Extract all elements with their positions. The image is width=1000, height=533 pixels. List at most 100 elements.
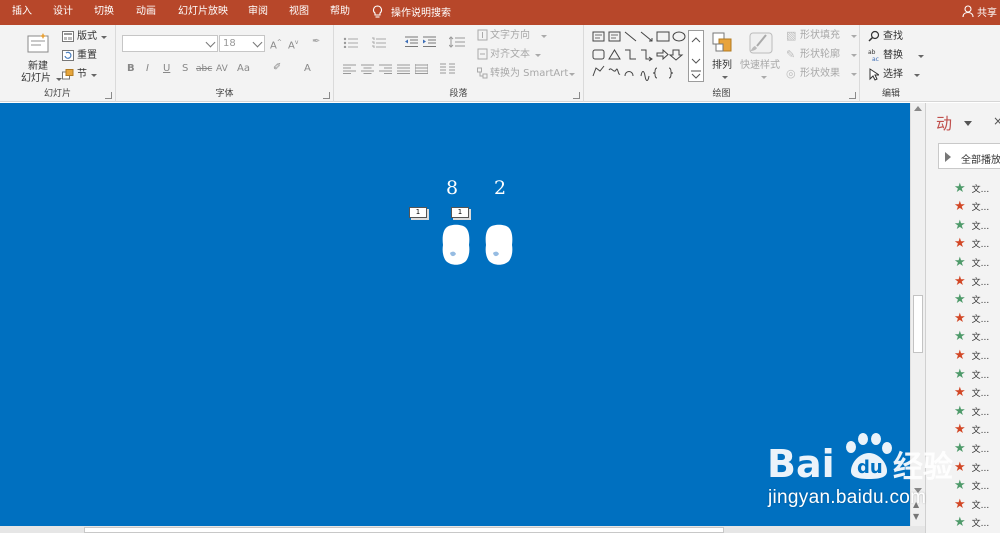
animation-list-item-label: 文...	[971, 389, 990, 400]
align-center-icon[interactable]	[361, 64, 374, 74]
scroll-up-icon[interactable]	[914, 106, 922, 111]
tell-me-search[interactable]: 操作说明搜索	[372, 4, 451, 19]
chevron-down-icon	[851, 73, 857, 76]
replace-button[interactable]: ab ac 替换	[868, 48, 924, 63]
font-size-combo[interactable]: 18	[219, 35, 265, 52]
animation-list-item[interactable]: ★ 文...	[954, 179, 1000, 197]
effects-icon: ◎	[786, 67, 796, 80]
animation-list-item[interactable]: ★ 文...	[954, 253, 1000, 271]
tab-transitions[interactable]: 切换	[94, 5, 114, 19]
shape-effects-button[interactable]: ◎ 形状效果	[786, 67, 857, 81]
slide-number-text-2[interactable]: 2	[494, 178, 506, 198]
tab-slideshow[interactable]: 幻灯片放映	[178, 5, 228, 19]
animation-list-item[interactable]: ★ 文...	[954, 384, 1000, 402]
underline-icon[interactable]: U	[163, 63, 170, 75]
search-icon	[868, 30, 880, 42]
increase-font-icon[interactable]: A^	[270, 37, 282, 52]
strikethrough-icon[interactable]: abc	[196, 63, 212, 75]
decrease-indent-icon[interactable]	[404, 36, 419, 48]
animation-list-item[interactable]: ★ 文...	[954, 346, 1000, 364]
animation-list-item[interactable]: ★ 文...	[954, 272, 1000, 290]
find-button[interactable]: 查找	[868, 29, 920, 44]
select-button[interactable]: 选择	[868, 67, 924, 82]
animation-list-item[interactable]: ★ 文...	[954, 365, 1000, 383]
font-name-combo[interactable]	[122, 35, 218, 52]
shapes-gallery-scroll[interactable]	[688, 30, 704, 82]
tab-animations[interactable]: 动画	[136, 5, 156, 19]
arrange-button[interactable]: 排列	[708, 29, 738, 89]
horizontal-scroll-thumb[interactable]	[84, 527, 724, 533]
dialog-launcher-icon[interactable]	[849, 92, 856, 99]
group-paragraph: 文字方向 对齐文本 转换为 SmartArt 段落	[334, 25, 584, 102]
line-spacing-icon[interactable]	[449, 36, 465, 48]
animated-shape-1[interactable]	[441, 223, 471, 267]
tab-view[interactable]: 视图	[289, 5, 309, 19]
reset-button[interactable]: 重置	[62, 49, 112, 64]
dialog-launcher-icon[interactable]	[105, 92, 112, 99]
text-direction-icon[interactable]	[477, 29, 488, 41]
animation-order-tag-2[interactable]: 1	[451, 207, 469, 218]
animation-list-item[interactable]: ★ 文...	[954, 235, 1000, 253]
group-slides: 新建 幻灯片 版式 重置 节 幻灯片	[0, 25, 116, 102]
shape-outline-button[interactable]: ✎ 形状轮廓	[786, 48, 857, 62]
tab-help[interactable]: 帮助	[330, 5, 350, 19]
pane-options-chevron-icon[interactable]	[964, 121, 972, 126]
animation-list-item[interactable]: ★ 文...	[954, 291, 1000, 309]
animation-list-item-label: 文...	[971, 221, 990, 232]
clear-format-icon[interactable]: ✒	[312, 36, 320, 48]
shape-fill-button[interactable]: ▧ 形状填充	[786, 29, 857, 43]
new-slide-button[interactable]: 新建 幻灯片	[14, 30, 62, 86]
tab-design[interactable]: 设计	[53, 5, 73, 19]
quick-styles-button[interactable]: 快速样式	[740, 29, 784, 89]
animation-list-item[interactable]: ★ 文...	[954, 216, 1000, 234]
vertical-scroll-thumb[interactable]	[913, 295, 923, 353]
bullets-icon[interactable]	[343, 37, 359, 48]
increase-indent-icon[interactable]	[422, 36, 437, 48]
animation-list-item-label: 文...	[971, 240, 990, 251]
animation-list-item[interactable]: ★ 文...	[954, 402, 1000, 420]
char-spacing-icon[interactable]: AV	[216, 63, 228, 75]
tab-review[interactable]: 审阅	[248, 5, 268, 19]
bold-icon[interactable]: B	[127, 63, 135, 75]
align-text-icon[interactable]	[477, 48, 488, 60]
star-icon: ★	[954, 366, 966, 382]
chevron-down-icon	[761, 76, 767, 79]
change-case-icon[interactable]: Aa	[237, 63, 250, 75]
font-color-icon[interactable]: A	[304, 63, 311, 75]
animated-shape-2[interactable]	[484, 223, 514, 267]
layout-button[interactable]: 版式	[62, 30, 112, 45]
shapes-gallery[interactable]	[591, 30, 687, 82]
animation-list-item-label: 文...	[971, 203, 990, 214]
dialog-launcher-icon[interactable]	[323, 92, 330, 99]
play-all-button[interactable]: 全部播放	[938, 143, 1000, 169]
decrease-font-icon[interactable]: Av	[288, 37, 298, 52]
close-icon[interactable]: ×	[993, 114, 1000, 128]
highlight-color-icon[interactable]: ✐	[273, 62, 281, 74]
cursor-icon	[869, 68, 879, 81]
lightbulb-icon	[372, 4, 383, 18]
italic-icon[interactable]: I	[146, 63, 149, 75]
numbering-icon[interactable]	[371, 37, 387, 48]
share-button[interactable]: 共享	[962, 4, 997, 19]
justify-icon[interactable]	[397, 64, 410, 74]
dialog-launcher-icon[interactable]	[573, 92, 580, 99]
star-icon: ★	[954, 329, 966, 345]
animation-list-item[interactable]: ★ 文...	[954, 514, 1000, 532]
shadow-text-icon[interactable]: S	[182, 63, 188, 75]
align-left-icon[interactable]	[343, 64, 356, 74]
columns-icon[interactable]	[440, 63, 455, 74]
svg-text:ac: ac	[872, 56, 879, 62]
section-button[interactable]: 节	[62, 68, 112, 83]
animation-list-item[interactable]: ★ 文...	[954, 198, 1000, 216]
animation-list-item[interactable]: ★ 文...	[954, 309, 1000, 327]
tab-insert[interactable]: 插入	[12, 5, 32, 19]
slide-number-text-1[interactable]: 8	[446, 178, 458, 198]
shape-effects-label: 形状效果	[800, 68, 840, 79]
animation-order-tag-1[interactable]: 1	[409, 207, 427, 218]
smartart-icon[interactable]	[477, 67, 488, 79]
animation-list-item[interactable]: ★ 文...	[954, 328, 1000, 346]
horizontal-scrollbar[interactable]	[0, 526, 925, 533]
font-size-value: 18	[223, 38, 236, 49]
align-right-icon[interactable]	[379, 64, 392, 74]
distributed-icon[interactable]	[415, 64, 428, 74]
